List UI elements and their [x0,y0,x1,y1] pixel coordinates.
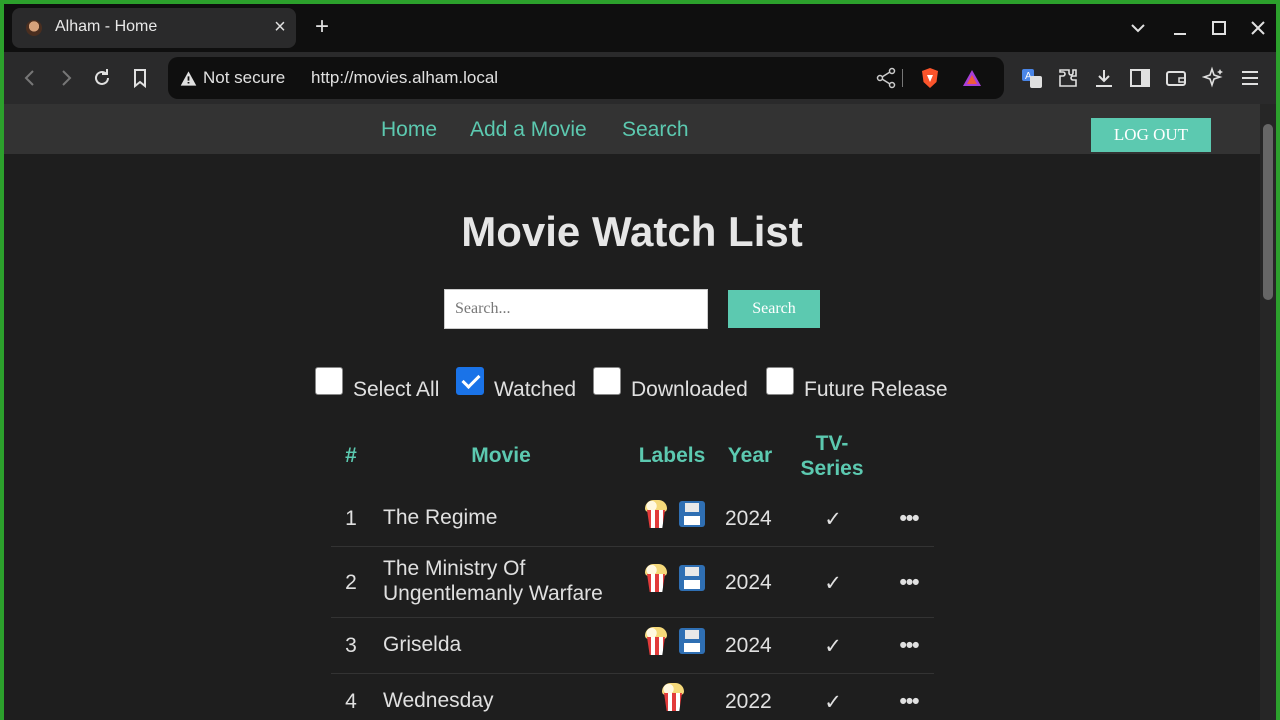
extensions-icon[interactable] [1056,66,1080,90]
select-all-checkbox[interactable] [315,367,343,395]
logout-button[interactable]: LOG OUT [1091,118,1211,152]
header-movie: Movie [471,444,531,467]
tv-series-checkmark: ✓ [824,691,842,714]
movie-labels [642,564,706,594]
search-input[interactable] [444,289,708,329]
movie-labels [642,500,706,530]
browser-toolbar: Not secure http://movies.alham.local A [4,52,1276,104]
tab-strip: Alham - Home × + [4,4,1276,52]
header-labels: Labels [638,444,706,467]
popcorn-icon [642,500,670,530]
movie-title-line1: The Ministry Of [383,557,526,580]
table-row: 3 Griselda 2024 ✓ ••• [331,618,934,674]
sidebar-icon[interactable] [1128,66,1152,90]
reload-icon[interactable] [90,66,114,90]
floppy-disk-icon [678,500,706,530]
wallet-icon[interactable] [1164,66,1188,90]
security-indicator[interactable]: Not secure [180,68,285,88]
browser-window: Alham - Home × + Not secure http://movie… [4,4,1276,720]
row-number: 1 [345,507,357,530]
row-number: 4 [345,690,357,713]
menu-icon[interactable] [1238,66,1262,90]
filter-watched[interactable]: Watched [456,360,576,402]
floppy-disk-icon [678,627,706,657]
search-button[interactable]: Search [728,290,820,328]
tv-series-checkmark: ✓ [824,572,842,595]
popcorn-icon [642,627,670,657]
url-text[interactable]: http://movies.alham.local [311,68,498,88]
nav-search-link[interactable]: Search [622,118,689,142]
table-row: 2 The Ministry Of Ungentlemanly Warfare … [331,547,934,618]
page-scrollbar[interactable] [1260,104,1276,720]
close-tab-icon[interactable]: × [270,16,290,38]
leo-ai-icon[interactable] [1202,66,1226,90]
movie-labels [659,683,687,713]
movie-year: 2022 [725,690,772,713]
download-icon[interactable] [1092,66,1116,90]
movie-title-line2: Ungentlemanly Warfare [383,582,603,605]
browser-tab[interactable]: Alham - Home × [12,8,296,48]
address-bar[interactable]: Not secure http://movies.alham.local [168,57,1004,99]
header-tv-line2: Series [800,457,864,480]
row-more-options-button[interactable]: ••• [897,571,921,595]
filter-label: Downloaded [631,378,748,401]
downloaded-checkbox[interactable] [593,367,621,395]
movie-year: 2024 [725,634,772,657]
header-tv-series: TV- Series [792,431,872,481]
movie-title: The Regime [383,506,498,529]
movie-title: Griselda [383,633,462,656]
tab-title: Alham - Home [55,18,158,35]
filter-future-release[interactable]: Future Release [766,360,948,402]
tv-series-checkmark: ✓ [824,508,842,531]
popcorn-icon [659,683,687,713]
future-release-checkbox[interactable] [766,367,794,395]
new-tab-icon[interactable]: + [310,15,334,40]
site-navbar: Home Add a Movie Search LOG OUT [4,104,1260,154]
movie-year: 2024 [725,507,772,530]
filter-label: Future Release [804,378,948,401]
row-more-options-button[interactable]: ••• [897,634,921,658]
row-number: 2 [345,571,357,594]
warning-icon [180,70,197,86]
filter-label: Select All [353,378,440,401]
header-year: Year [727,444,773,467]
brave-rewards-icon[interactable] [960,66,984,90]
brave-shields-icon[interactable] [918,66,942,90]
header-number: # [345,444,357,467]
page-title: Movie Watch List [461,208,803,255]
movie-year: 2024 [725,571,772,594]
row-number: 3 [345,634,357,657]
movie-labels [642,627,706,657]
close-window-icon[interactable] [1246,16,1270,40]
omnibox-separator [902,69,903,87]
filter-select-all[interactable]: Select All [315,360,439,402]
back-icon[interactable] [18,66,42,90]
scrollbar-thumb[interactable] [1263,124,1273,300]
share-icon[interactable] [874,66,898,90]
page-content: Home Add a Movie Search LOG OUT Movie Wa… [4,104,1260,720]
favicon-icon [26,20,42,36]
translate-icon[interactable]: A [1020,66,1044,90]
watched-checkbox[interactable] [456,367,484,395]
nav-home-link[interactable]: Home [381,118,437,142]
bookmark-icon[interactable] [128,66,152,90]
nav-add-movie-link[interactable]: Add a Movie [470,118,587,142]
table-row: 1 The Regime 2024 ✓ ••• [331,490,934,547]
movie-title: Wednesday [383,689,494,712]
tab-search-chevron-icon[interactable] [1126,16,1150,40]
security-label: Not secure [203,68,286,87]
floppy-disk-icon [678,564,706,594]
filter-label: Watched [494,378,577,401]
tv-series-checkmark: ✓ [824,635,842,658]
popcorn-icon [642,564,670,594]
header-tv-line1: TV- [815,432,849,455]
maximize-icon[interactable] [1207,16,1231,40]
row-more-options-button[interactable]: ••• [897,690,921,714]
table-row: 4 Wednesday 2022 ✓ ••• [331,674,934,720]
forward-icon[interactable] [54,66,78,90]
minimize-icon[interactable] [1168,16,1192,40]
filter-downloaded[interactable]: Downloaded [593,360,748,402]
row-more-options-button[interactable]: ••• [897,507,921,531]
movie-title: The Ministry Of Ungentlemanly Warfare [383,556,633,606]
